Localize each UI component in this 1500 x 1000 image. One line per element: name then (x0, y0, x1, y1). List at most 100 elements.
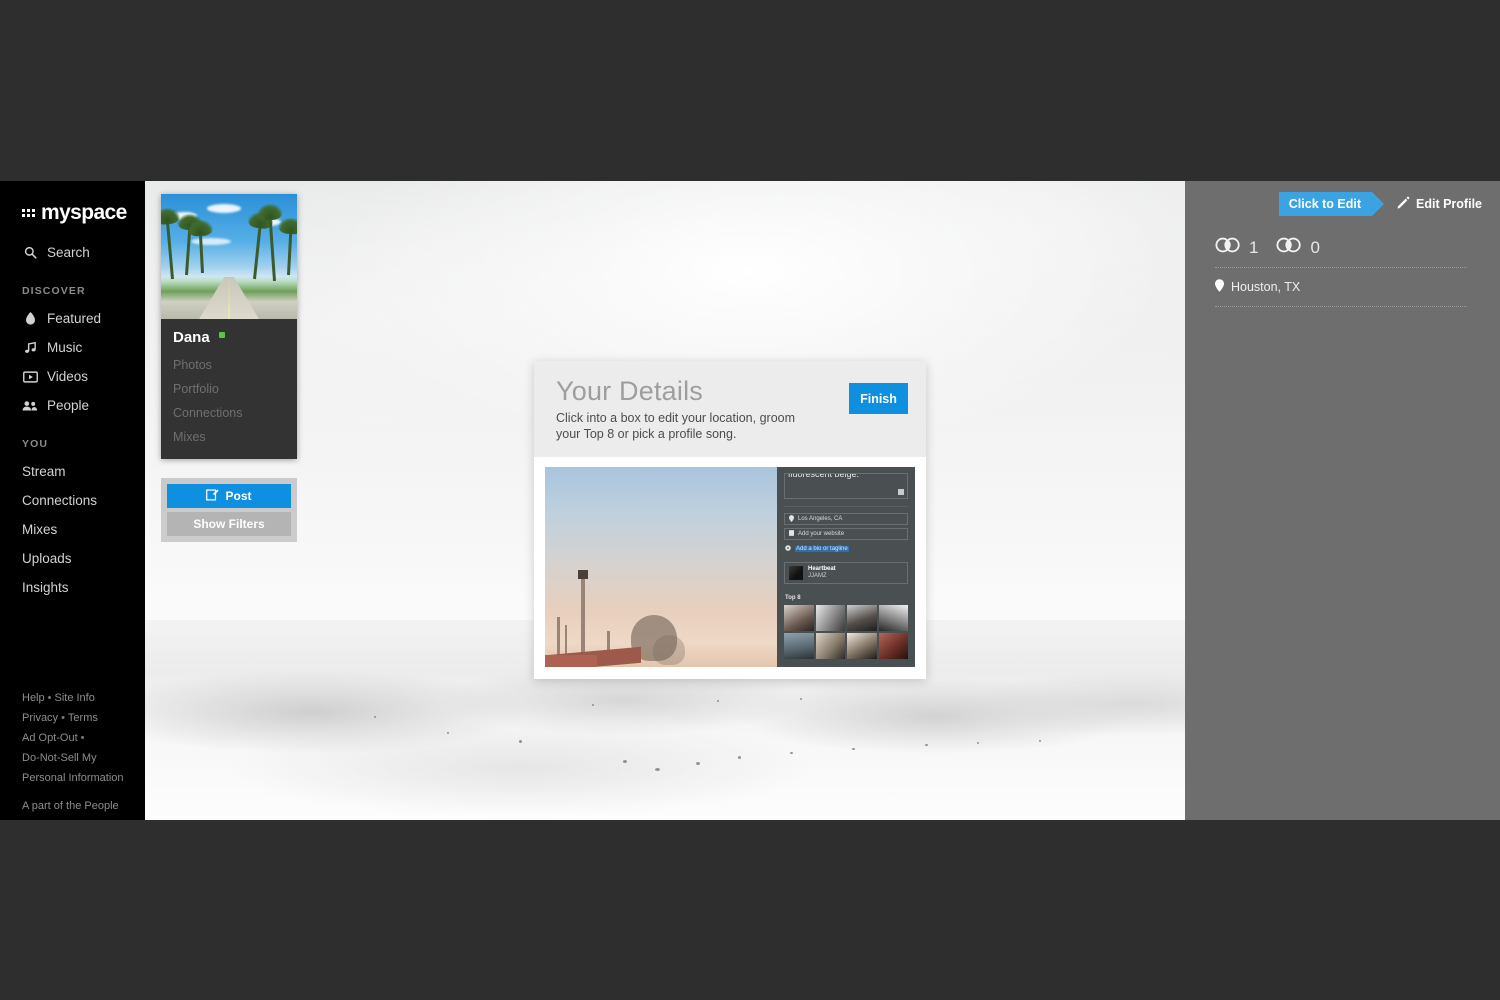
top8-thumb[interactable] (784, 605, 814, 632)
preview-top8-grid[interactable] (784, 605, 908, 660)
preview-top8-label: Top 8 (785, 595, 801, 602)
footer-link-do-not-sell-1[interactable]: Do-Not-Sell My (22, 752, 97, 764)
book-icon (789, 530, 794, 538)
top8-thumb[interactable] (815, 605, 845, 632)
connections-icon (1215, 237, 1241, 258)
edit-profile-label: Edit Profile (1416, 197, 1482, 211)
top8-thumb[interactable] (847, 633, 877, 660)
sidebar-item-videos[interactable]: Videos (0, 362, 145, 391)
edit-profile-button[interactable]: Edit Profile (1397, 196, 1482, 212)
myspace-logo[interactable]: myspace (0, 181, 145, 227)
preview-bio-link-label: Add a bio or tagline (795, 545, 849, 552)
flame-icon (22, 311, 38, 327)
profile-nav-links: Photos Portfolio Connections Mixes (161, 347, 297, 459)
stat-value: 0 (1310, 237, 1320, 257)
top8-thumb[interactable] (878, 633, 908, 660)
modal-title: Your Details (556, 376, 703, 406)
people-icon (22, 398, 38, 414)
profile-photo[interactable] (161, 194, 297, 319)
online-status-dot (219, 331, 226, 338)
pin-icon (789, 514, 794, 524)
footer-link-terms[interactable]: Terms (68, 712, 98, 724)
preview-location-field[interactable]: Los Angeles, CA (784, 513, 908, 526)
finish-button-label: Finish (860, 391, 897, 406)
sidebar-item-music[interactable]: Music (0, 333, 145, 362)
profile-link-mixes[interactable]: Mixes (161, 425, 297, 449)
sidebar-item-uploads[interactable]: Uploads (0, 544, 145, 573)
sidebar-item-insights[interactable]: Insights (0, 573, 145, 602)
sidebar-item-label: Music (47, 340, 83, 355)
sidebar-item-label: Videos (47, 369, 89, 384)
preview-profile-song[interactable]: Heartbeat JJAMZ (784, 562, 908, 585)
post-button[interactable]: Post (167, 484, 291, 508)
top8-thumb[interactable] (815, 633, 845, 660)
compose-box: Post Show Filters (161, 478, 297, 542)
footer-link-ad-opt-out[interactable]: Ad Opt-Out (22, 732, 78, 744)
rail-location[interactable]: Houston, TX (1215, 279, 1300, 295)
sidebar-item-search[interactable]: Search (0, 238, 145, 267)
main-content: Dana Photos Portfolio Connections Mixes … (145, 181, 1185, 820)
profile-link-portfolio[interactable]: Portfolio (161, 377, 297, 401)
click-to-edit-label: Click to Edit (1288, 197, 1362, 211)
preview-website-field[interactable]: Add your website (784, 528, 908, 541)
edit-controls: Click to Edit Edit Profile (1278, 192, 1482, 216)
footer-link-help[interactable]: Help (22, 692, 45, 704)
sidebar-item-stream[interactable]: Stream (0, 457, 145, 486)
left-sidebar: myspace Search DISCOVER Featured Music V… (0, 181, 145, 820)
finish-button[interactable]: Finish (849, 383, 908, 414)
modal-header: Your Details Click into a box to edit yo… (534, 361, 926, 458)
sidebar-item-featured[interactable]: Featured (0, 304, 145, 333)
modal-body: fluorescent beige. Los Angeles, CA Add y… (534, 457, 926, 680)
sidebar-item-label: Insights (22, 580, 69, 595)
stat-connections-1[interactable]: 1 (1215, 237, 1258, 258)
resize-handle-icon[interactable] (898, 489, 904, 496)
show-filters-button[interactable]: Show Filters (167, 512, 291, 536)
preview-song-title: Heartbeat (808, 565, 836, 572)
sidebar-section-you: YOU (22, 438, 49, 450)
rail-location-label: Houston, TX (1231, 280, 1301, 294)
logo-dots-icon (22, 206, 39, 220)
click-to-edit-badge[interactable]: Click to Edit (1278, 192, 1385, 216)
preview-bio-box[interactable]: fluorescent beige. (784, 473, 908, 500)
footer-link-a-part-of-people[interactable]: A part of the People (22, 800, 119, 812)
pencil-icon (1397, 196, 1410, 212)
page-viewport: myspace Search DISCOVER Featured Music V… (0, 181, 1500, 820)
preview-side-panel: fluorescent beige. Los Angeles, CA Add y… (777, 467, 915, 668)
profile-preview[interactable]: fluorescent beige. Los Angeles, CA Add y… (545, 467, 915, 668)
sidebar-item-mixes[interactable]: Mixes (0, 515, 145, 544)
sidebar-section-discover: DISCOVER (22, 285, 86, 297)
sidebar-item-label: Connections (22, 493, 98, 508)
footer-link-site-info[interactable]: Site Info (54, 692, 94, 704)
preview-location-value: Los Angeles, CA (798, 516, 843, 523)
footer-separator: • (47, 692, 52, 704)
profile-name: Dana (173, 329, 210, 347)
footer-link-privacy[interactable]: Privacy (22, 712, 58, 724)
top8-thumb[interactable] (878, 605, 908, 632)
footer-separator: • (80, 732, 85, 744)
sidebar-item-people[interactable]: People (0, 391, 145, 420)
preview-song-artist: JJAMZ (808, 573, 827, 580)
preview-cover-photo (545, 467, 777, 668)
sidebar-item-label: Mixes (22, 522, 58, 537)
preview-website-placeholder: Add your website (798, 531, 845, 538)
right-rail: Click to Edit Edit Profile 1 0 Houston, … (1185, 181, 1500, 820)
sidebar-item-label: Stream (22, 464, 66, 479)
profile-info: Dana (161, 319, 297, 347)
your-details-modal: Your Details Click into a box to edit yo… (534, 361, 926, 680)
music-note-icon (22, 340, 38, 356)
top8-thumb[interactable] (847, 605, 877, 632)
profile-link-connections[interactable]: Connections (161, 401, 297, 425)
stat-value: 1 (1249, 237, 1259, 257)
profile-link-photos[interactable]: Photos (161, 353, 297, 377)
stat-connections-2[interactable]: 0 (1276, 237, 1320, 258)
preview-bio-link[interactable]: Add a bio or tagline (784, 543, 908, 554)
sidebar-item-connections[interactable]: Connections (0, 486, 145, 515)
profile-card: Dana Photos Portfolio Connections Mixes (161, 194, 297, 459)
search-icon (22, 245, 38, 261)
footer-separator: • (61, 712, 65, 724)
sidebar-footer: Help • Site Info Privacy • Terms Ad Opt-Out •… (0, 688, 124, 820)
footer-link-do-not-sell-2[interactable]: Personal Information (22, 772, 124, 784)
top8-thumb[interactable] (784, 633, 814, 660)
rail-divider-bottom (1215, 306, 1467, 307)
album-art (789, 566, 803, 581)
